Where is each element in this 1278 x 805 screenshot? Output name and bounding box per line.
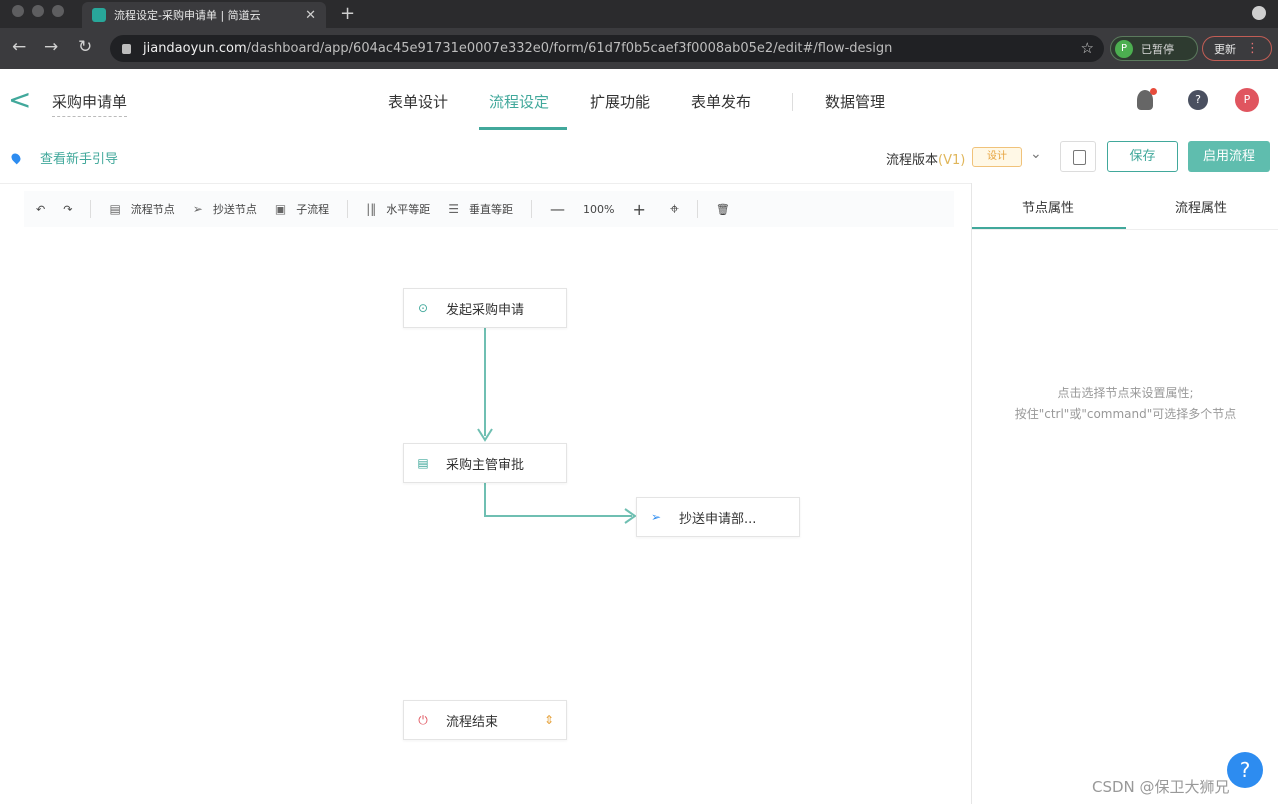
browser-tabbar: 流程设定-采购申请单 | 简道云 ✕ +: [0, 0, 1278, 28]
forward-arrow-icon[interactable]: →: [44, 37, 58, 57]
lock-icon: [122, 43, 131, 54]
version-selector[interactable]: 流程版本(V1): [886, 149, 965, 168]
update-button[interactable]: 更新 ⋮: [1202, 36, 1272, 61]
connector-line: [484, 482, 632, 517]
active-tab-indicator: [479, 127, 567, 130]
power-icon: ⏻: [418, 712, 428, 727]
zoom-window-button[interactable]: [52, 5, 64, 17]
hint-line-2: 按住"ctrl"或"command"可选择多个节点: [1014, 407, 1237, 421]
new-tab-icon[interactable]: +: [340, 3, 355, 24]
profile-status: 已暂停: [1141, 42, 1174, 56]
app-header: < 采购申请单 表单设计 流程设定 扩展功能 表单发布 数据管理 ? P: [0, 69, 1278, 133]
back-chevron-icon[interactable]: <: [8, 86, 31, 114]
send-icon: ➢: [650, 510, 662, 524]
guide-link[interactable]: 查看新手引导: [9, 148, 119, 167]
tab-title: 流程设定-采购申请单 | 简道云: [114, 9, 261, 22]
chevron-down-icon[interactable]: ⌄: [1030, 146, 1042, 162]
form-icon: ▤: [417, 456, 429, 470]
bookmark-star-icon[interactable]: ☆: [1081, 39, 1094, 57]
node-label: 抄送申请部...: [679, 511, 757, 527]
flow-canvas[interactable]: ↶ ↷ ▤ 流程节点 ➢ 抄送节点 ▣ 子流程 |‖ 水平等距 ☰ 垂直等距 — 100%…: [0, 183, 971, 804]
tab-data-management[interactable]: 数据管理: [825, 91, 885, 112]
save-button[interactable]: 保存: [1107, 141, 1178, 172]
tab-node-properties[interactable]: 节点属性: [1022, 197, 1074, 216]
flow-node-approval[interactable]: ▤ 采购主管审批: [403, 443, 567, 483]
profile-avatar: P: [1115, 39, 1133, 58]
back-arrow-icon[interactable]: ←: [12, 37, 26, 57]
address-bar[interactable]: jiandaoyun.com/dashboard/app/604ac45e917…: [110, 35, 1104, 62]
tab-flow-properties[interactable]: 流程属性: [1175, 197, 1227, 216]
guide-link-label: 查看新手引导: [40, 152, 119, 167]
browser-toolbar: ← → ↻ jiandaoyun.com/dashboard/app/604ac…: [0, 28, 1278, 69]
window-controls[interactable]: [12, 5, 64, 17]
floating-help-button[interactable]: ?: [1227, 752, 1263, 788]
watermark: CSDN @保卫大狮兄: [1092, 778, 1230, 796]
reload-icon[interactable]: ↻: [78, 37, 92, 57]
url-text[interactable]: jiandaoyun.com/dashboard/app/604ac45e917…: [143, 41, 892, 56]
form-name[interactable]: 采购申请单: [52, 91, 128, 117]
profile-button[interactable]: P 已暂停: [1110, 36, 1198, 61]
tab-publish[interactable]: 表单发布: [691, 91, 751, 112]
close-tab-icon[interactable]: ✕: [305, 8, 316, 23]
document-icon[interactable]: [1060, 141, 1096, 172]
sub-toolbar: 查看新手引导 流程版本(V1) 设计 ⌄ 保存 启用流程: [0, 133, 1278, 183]
browser-tab[interactable]: 流程设定-采购申请单 | 简道云 ✕: [82, 2, 326, 28]
node-label: 发起采购申请: [446, 302, 525, 318]
flow-node-start[interactable]: ⊙ 发起采购申请: [403, 288, 567, 328]
flow-node-end[interactable]: ⏻ 流程结束 ⇕: [403, 700, 567, 740]
tab-form-design[interactable]: 表单设计: [388, 91, 448, 112]
tab-extensions[interactable]: 扩展功能: [590, 91, 650, 112]
minimize-window-button[interactable]: [32, 5, 44, 17]
close-window-button[interactable]: [12, 5, 24, 17]
version-badge: 设计: [972, 147, 1022, 167]
node-label: 流程结束: [446, 714, 499, 730]
help-icon[interactable]: ?: [1188, 90, 1208, 110]
properties-panel: 节点属性 流程属性 点击选择节点来设置属性; 按住"ctrl"或"command…: [971, 183, 1278, 804]
warning-icon: ⇕: [543, 713, 554, 727]
browser-menu-icon[interactable]: [1252, 6, 1266, 20]
user-avatar[interactable]: P: [1235, 88, 1259, 112]
kebab-menu-icon: ⋮: [1246, 41, 1259, 56]
favicon-icon: [92, 8, 106, 22]
hint-line-1: 点击选择节点来设置属性;: [1057, 386, 1194, 400]
panel-hint: 点击选择节点来设置属性; 按住"ctrl"或"command"可选择多个节点: [972, 383, 1278, 425]
tab-flow-settings[interactable]: 流程设定: [489, 91, 549, 112]
nav-divider: [792, 93, 793, 111]
enable-flow-button[interactable]: 启用流程: [1188, 141, 1270, 172]
flow-node-cc[interactable]: ➢ 抄送申请部...: [636, 497, 800, 537]
update-label: 更新: [1214, 42, 1236, 56]
notification-dot: [1150, 88, 1157, 95]
panel-divider: [972, 229, 1278, 230]
pin-icon: [9, 151, 23, 164]
node-label: 采购主管审批: [446, 457, 525, 473]
play-icon: ⊙: [417, 301, 429, 315]
